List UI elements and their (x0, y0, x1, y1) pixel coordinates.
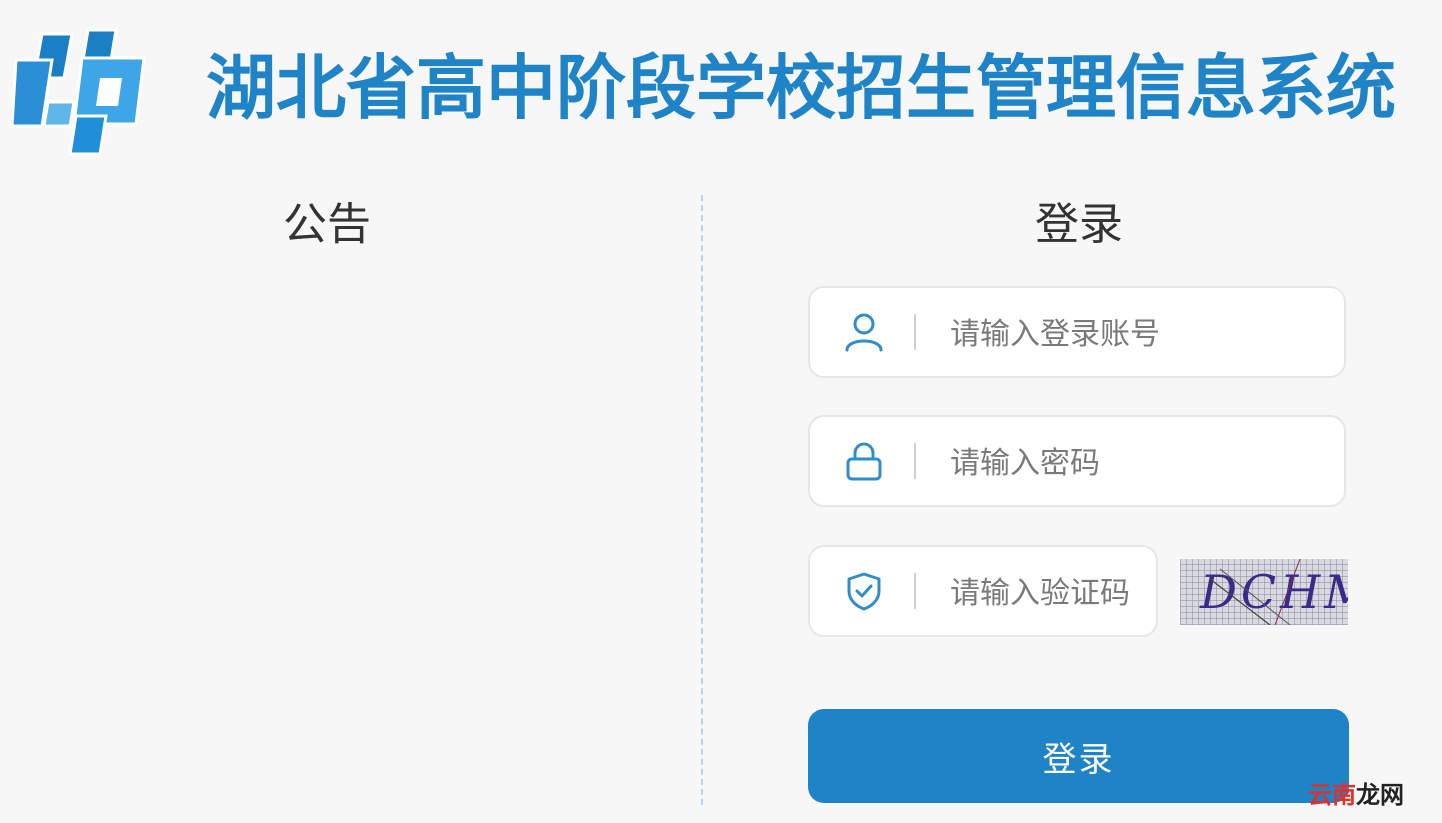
watermark-part-2: 龙网 (1356, 781, 1404, 809)
shield-check-icon (844, 571, 884, 611)
login-page: 湖北省高中阶段学校招生管理信息系统 公告 登录 请输入登录账号 请输入验证码 D… (0, 0, 1442, 823)
watermark-part-1: 云南 (1308, 781, 1356, 809)
username-field[interactable] (808, 286, 1346, 378)
field-separator (914, 314, 916, 350)
user-icon (844, 312, 884, 352)
field-separator (914, 443, 916, 479)
notice-title: 公告 (283, 199, 371, 250)
username-input[interactable] (948, 306, 1332, 362)
watermark: 云南龙网 (1308, 779, 1404, 811)
cp-logo-icon (10, 26, 150, 158)
login-title: 登录 (1035, 199, 1123, 250)
captcha-field[interactable] (808, 545, 1158, 637)
password-field[interactable] (808, 415, 1346, 507)
captcha-noise-lines (1209, 559, 1301, 625)
system-title: 湖北省高中阶段学校招生管理信息系统 (206, 47, 1396, 129)
captcha-input[interactable] (948, 565, 1152, 621)
lock-icon (844, 441, 884, 481)
password-input[interactable] (948, 435, 1332, 491)
column-divider (701, 195, 703, 805)
field-separator (914, 573, 916, 609)
captcha-image[interactable]: DCHM (1180, 559, 1348, 625)
login-button[interactable]: 登录 (808, 709, 1349, 803)
